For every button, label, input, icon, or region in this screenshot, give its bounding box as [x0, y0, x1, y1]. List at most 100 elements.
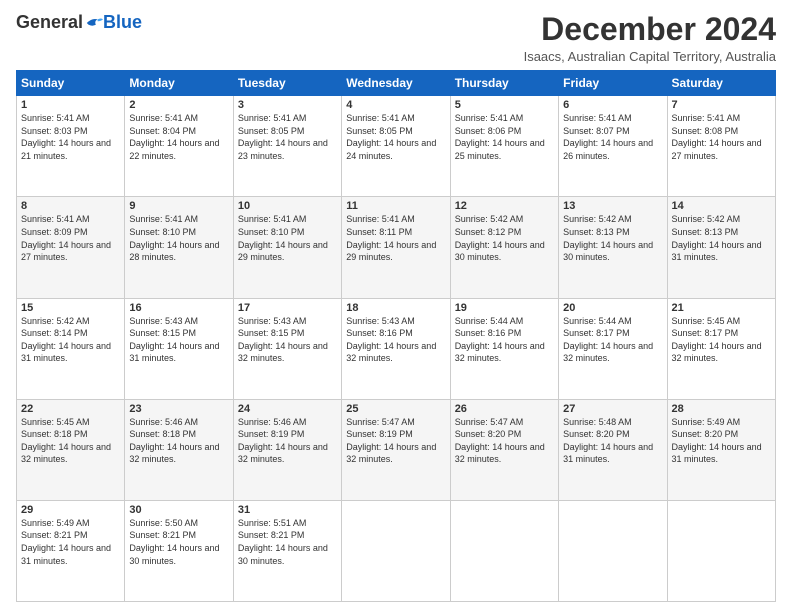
page: General Blue December 2024 Isaacs, Austr…	[0, 0, 792, 612]
calendar-week-2: 8Sunrise: 5:41 AMSunset: 8:09 PMDaylight…	[17, 197, 776, 298]
calendar-header-saturday: Saturday	[667, 71, 775, 96]
day-info: Sunrise: 5:41 AMSunset: 8:03 PMDaylight:…	[21, 112, 120, 162]
calendar-cell: 16Sunrise: 5:43 AMSunset: 8:15 PMDayligh…	[125, 298, 233, 399]
day-number: 13	[563, 200, 662, 212]
logo-general: General	[16, 12, 83, 33]
day-number: 16	[129, 302, 228, 314]
calendar-cell	[559, 500, 667, 601]
day-number: 10	[238, 200, 337, 212]
day-number: 1	[21, 99, 120, 111]
day-number: 22	[21, 403, 120, 415]
calendar-cell: 19Sunrise: 5:44 AMSunset: 8:16 PMDayligh…	[450, 298, 558, 399]
calendar-cell	[342, 500, 450, 601]
calendar-cell: 12Sunrise: 5:42 AMSunset: 8:12 PMDayligh…	[450, 197, 558, 298]
calendar-header-friday: Friday	[559, 71, 667, 96]
calendar-cell: 25Sunrise: 5:47 AMSunset: 8:19 PMDayligh…	[342, 399, 450, 500]
day-info: Sunrise: 5:41 AMSunset: 8:07 PMDaylight:…	[563, 112, 662, 162]
day-number: 7	[672, 99, 771, 111]
calendar-cell: 23Sunrise: 5:46 AMSunset: 8:18 PMDayligh…	[125, 399, 233, 500]
day-number: 15	[21, 302, 120, 314]
day-number: 25	[346, 403, 445, 415]
header: General Blue December 2024 Isaacs, Austr…	[16, 12, 776, 64]
day-info: Sunrise: 5:51 AMSunset: 8:21 PMDaylight:…	[238, 517, 337, 567]
calendar-header-thursday: Thursday	[450, 71, 558, 96]
day-number: 6	[563, 99, 662, 111]
day-info: Sunrise: 5:42 AMSunset: 8:13 PMDaylight:…	[672, 213, 771, 263]
calendar-cell	[450, 500, 558, 601]
day-info: Sunrise: 5:46 AMSunset: 8:19 PMDaylight:…	[238, 416, 337, 466]
calendar-cell: 17Sunrise: 5:43 AMSunset: 8:15 PMDayligh…	[233, 298, 341, 399]
logo-bird-icon	[85, 15, 103, 31]
calendar-cell	[667, 500, 775, 601]
day-info: Sunrise: 5:45 AMSunset: 8:17 PMDaylight:…	[672, 315, 771, 365]
calendar-cell: 6Sunrise: 5:41 AMSunset: 8:07 PMDaylight…	[559, 96, 667, 197]
day-number: 9	[129, 200, 228, 212]
title-block: December 2024 Isaacs, Australian Capital…	[524, 12, 776, 64]
day-number: 24	[238, 403, 337, 415]
day-number: 29	[21, 504, 120, 516]
day-number: 19	[455, 302, 554, 314]
calendar-cell: 10Sunrise: 5:41 AMSunset: 8:10 PMDayligh…	[233, 197, 341, 298]
calendar-cell: 22Sunrise: 5:45 AMSunset: 8:18 PMDayligh…	[17, 399, 125, 500]
calendar-cell: 15Sunrise: 5:42 AMSunset: 8:14 PMDayligh…	[17, 298, 125, 399]
day-info: Sunrise: 5:46 AMSunset: 8:18 PMDaylight:…	[129, 416, 228, 466]
calendar-cell: 31Sunrise: 5:51 AMSunset: 8:21 PMDayligh…	[233, 500, 341, 601]
calendar-header-tuesday: Tuesday	[233, 71, 341, 96]
day-info: Sunrise: 5:41 AMSunset: 8:05 PMDaylight:…	[238, 112, 337, 162]
calendar-cell: 26Sunrise: 5:47 AMSunset: 8:20 PMDayligh…	[450, 399, 558, 500]
calendar-cell: 29Sunrise: 5:49 AMSunset: 8:21 PMDayligh…	[17, 500, 125, 601]
calendar-cell: 7Sunrise: 5:41 AMSunset: 8:08 PMDaylight…	[667, 96, 775, 197]
calendar-cell: 9Sunrise: 5:41 AMSunset: 8:10 PMDaylight…	[125, 197, 233, 298]
calendar-cell: 18Sunrise: 5:43 AMSunset: 8:16 PMDayligh…	[342, 298, 450, 399]
day-number: 14	[672, 200, 771, 212]
logo-text: General Blue	[16, 12, 142, 33]
main-title: December 2024	[524, 12, 776, 47]
calendar-cell: 4Sunrise: 5:41 AMSunset: 8:05 PMDaylight…	[342, 96, 450, 197]
day-info: Sunrise: 5:50 AMSunset: 8:21 PMDaylight:…	[129, 517, 228, 567]
day-number: 27	[563, 403, 662, 415]
day-number: 21	[672, 302, 771, 314]
day-info: Sunrise: 5:41 AMSunset: 8:08 PMDaylight:…	[672, 112, 771, 162]
calendar-header-wednesday: Wednesday	[342, 71, 450, 96]
day-number: 12	[455, 200, 554, 212]
day-info: Sunrise: 5:48 AMSunset: 8:20 PMDaylight:…	[563, 416, 662, 466]
day-number: 23	[129, 403, 228, 415]
day-info: Sunrise: 5:45 AMSunset: 8:18 PMDaylight:…	[21, 416, 120, 466]
calendar-week-4: 22Sunrise: 5:45 AMSunset: 8:18 PMDayligh…	[17, 399, 776, 500]
calendar-week-5: 29Sunrise: 5:49 AMSunset: 8:21 PMDayligh…	[17, 500, 776, 601]
day-number: 5	[455, 99, 554, 111]
calendar-cell: 13Sunrise: 5:42 AMSunset: 8:13 PMDayligh…	[559, 197, 667, 298]
day-info: Sunrise: 5:41 AMSunset: 8:05 PMDaylight:…	[346, 112, 445, 162]
calendar-cell: 27Sunrise: 5:48 AMSunset: 8:20 PMDayligh…	[559, 399, 667, 500]
logo-blue: Blue	[103, 12, 142, 33]
day-info: Sunrise: 5:44 AMSunset: 8:17 PMDaylight:…	[563, 315, 662, 365]
calendar-header-sunday: Sunday	[17, 71, 125, 96]
day-number: 8	[21, 200, 120, 212]
day-info: Sunrise: 5:49 AMSunset: 8:21 PMDaylight:…	[21, 517, 120, 567]
day-number: 20	[563, 302, 662, 314]
logo: General Blue	[16, 12, 142, 33]
day-info: Sunrise: 5:42 AMSunset: 8:14 PMDaylight:…	[21, 315, 120, 365]
day-number: 17	[238, 302, 337, 314]
day-info: Sunrise: 5:47 AMSunset: 8:19 PMDaylight:…	[346, 416, 445, 466]
day-number: 4	[346, 99, 445, 111]
day-number: 26	[455, 403, 554, 415]
calendar-cell: 3Sunrise: 5:41 AMSunset: 8:05 PMDaylight…	[233, 96, 341, 197]
calendar-week-3: 15Sunrise: 5:42 AMSunset: 8:14 PMDayligh…	[17, 298, 776, 399]
day-info: Sunrise: 5:43 AMSunset: 8:15 PMDaylight:…	[238, 315, 337, 365]
day-info: Sunrise: 5:41 AMSunset: 8:06 PMDaylight:…	[455, 112, 554, 162]
day-info: Sunrise: 5:41 AMSunset: 8:04 PMDaylight:…	[129, 112, 228, 162]
day-info: Sunrise: 5:41 AMSunset: 8:11 PMDaylight:…	[346, 213, 445, 263]
day-number: 18	[346, 302, 445, 314]
calendar-cell: 1Sunrise: 5:41 AMSunset: 8:03 PMDaylight…	[17, 96, 125, 197]
calendar-cell: 24Sunrise: 5:46 AMSunset: 8:19 PMDayligh…	[233, 399, 341, 500]
day-number: 30	[129, 504, 228, 516]
calendar-cell: 2Sunrise: 5:41 AMSunset: 8:04 PMDaylight…	[125, 96, 233, 197]
calendar-cell: 28Sunrise: 5:49 AMSunset: 8:20 PMDayligh…	[667, 399, 775, 500]
day-number: 28	[672, 403, 771, 415]
calendar-week-1: 1Sunrise: 5:41 AMSunset: 8:03 PMDaylight…	[17, 96, 776, 197]
calendar-cell: 11Sunrise: 5:41 AMSunset: 8:11 PMDayligh…	[342, 197, 450, 298]
subtitle: Isaacs, Australian Capital Territory, Au…	[524, 49, 776, 64]
day-info: Sunrise: 5:43 AMSunset: 8:16 PMDaylight:…	[346, 315, 445, 365]
day-number: 31	[238, 504, 337, 516]
